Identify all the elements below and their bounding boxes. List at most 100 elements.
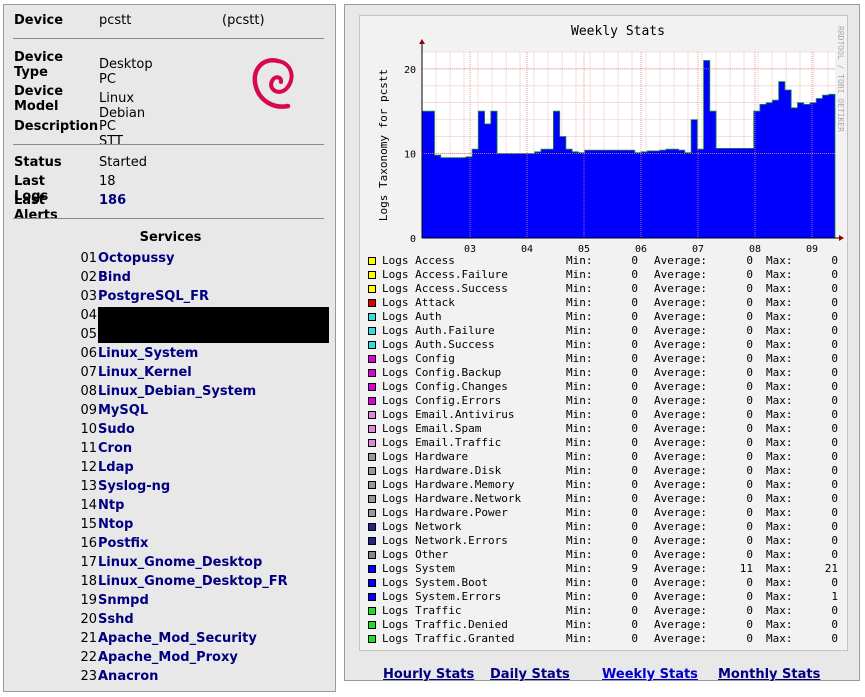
legend-avg-value: 0 bbox=[746, 408, 753, 421]
legend-row: Logs Access.Success Min: 0 Average: 0 Max: 0 bbox=[368, 282, 848, 296]
service-link[interactable]: Sshd bbox=[98, 610, 134, 629]
service-link[interactable]: Anacron bbox=[98, 667, 158, 686]
legend-avg-label: Average: bbox=[654, 632, 707, 645]
legend-avg-value: 0 bbox=[746, 464, 753, 477]
legend-max-value: 1 bbox=[831, 590, 838, 603]
legend-max-value: 0 bbox=[831, 618, 838, 631]
legend-min-value: 0 bbox=[631, 254, 638, 267]
service-link[interactable]: Bind bbox=[98, 268, 131, 287]
legend-name: Logs Hardware bbox=[382, 450, 469, 463]
legend-swatch bbox=[368, 439, 376, 447]
legend-max-value: 0 bbox=[831, 506, 838, 519]
service-link[interactable]: Cron bbox=[98, 439, 132, 458]
legend-row: Logs Network Min: 0 Average: 0 Max: 0 bbox=[368, 520, 848, 534]
legend-row: Logs Hardware.Memory Min: 0 Average: 0 Max: 0 bbox=[368, 478, 848, 492]
legend-avg-label: Average: bbox=[654, 576, 707, 589]
service-link[interactable]: Linux_Gnome_Desktop bbox=[98, 553, 262, 572]
legend-max-label: Max: bbox=[766, 450, 793, 463]
service-number: 21 bbox=[80, 631, 97, 646]
service-link[interactable]: Sudo bbox=[98, 420, 135, 439]
legend-max-value: 0 bbox=[831, 268, 838, 281]
legend-avg-value: 0 bbox=[746, 520, 753, 533]
daily-stats-link[interactable]: Daily Stats bbox=[490, 667, 570, 682]
service-link[interactable]: Linux_Gnome_Desktop_FR bbox=[98, 572, 288, 591]
legend-min-label: Min: bbox=[566, 380, 593, 393]
service-link[interactable]: Linux_System bbox=[98, 344, 198, 363]
legend-min-value: 0 bbox=[631, 520, 638, 533]
service-link[interactable]: Octopussy bbox=[98, 249, 174, 268]
legend-swatch bbox=[368, 355, 376, 363]
legend-max-label: Max: bbox=[766, 408, 793, 421]
legend-max-label: Max: bbox=[766, 254, 793, 267]
service-link[interactable]: PostgreSQL_FR bbox=[98, 287, 209, 306]
legend-max-value: 0 bbox=[831, 548, 838, 561]
legend-max-label: Max: bbox=[766, 282, 793, 295]
last-alerts-link[interactable]: 186 bbox=[99, 193, 126, 208]
legend-swatch bbox=[368, 425, 376, 433]
weekly-graph: Weekly Stats Logs Taxonomy for pcstt RRDTO… bbox=[359, 15, 848, 651]
legend-min-value: 0 bbox=[631, 394, 638, 407]
x-tick-label: 04 bbox=[521, 244, 533, 252]
service-link[interactable]: Postfix bbox=[98, 534, 148, 553]
service-number: 20 bbox=[80, 612, 97, 627]
legend-max-value: 0 bbox=[831, 310, 838, 323]
legend-min-label: Min: bbox=[566, 506, 593, 519]
legend-min-label: Min: bbox=[566, 422, 593, 435]
legend-max-label: Max: bbox=[766, 296, 793, 309]
legend-name: Logs Hardware.Power bbox=[382, 506, 508, 519]
legend-avg-label: Average: bbox=[654, 380, 707, 393]
legend-min-label: Min: bbox=[566, 352, 593, 365]
service-link[interactable]: Ldap bbox=[98, 458, 134, 477]
legend-max-label: Max: bbox=[766, 548, 793, 561]
legend-swatch bbox=[368, 593, 376, 601]
legend-name: Logs Auth bbox=[382, 310, 442, 323]
legend-min-value: 0 bbox=[631, 282, 638, 295]
legend-avg-value: 0 bbox=[746, 492, 753, 505]
service-item: 16 Postfix bbox=[4, 534, 337, 553]
legend-min-label: Min: bbox=[566, 394, 593, 407]
service-link[interactable]: Ntp bbox=[98, 496, 124, 515]
legend-row: Logs Attack Min: 0 Average: 0 Max: 0 bbox=[368, 296, 848, 310]
legend-swatch bbox=[368, 271, 376, 279]
service-link[interactable]: Linux_Kernel bbox=[98, 363, 192, 382]
legend-name: Logs Hardware.Memory bbox=[382, 478, 515, 491]
legend-max-value: 0 bbox=[831, 534, 838, 547]
legend-avg-label: Average: bbox=[654, 604, 707, 617]
service-link[interactable]: Linux_Debian_System bbox=[98, 382, 256, 401]
legend-min-value: 0 bbox=[631, 268, 638, 281]
legend-row: Logs Traffic.Granted Min: 0 Average: 0 Max: 0 bbox=[368, 632, 848, 646]
weekly-stats-link[interactable]: Weekly Stats bbox=[602, 667, 698, 682]
monthly-stats-link[interactable]: Monthly Stats bbox=[718, 667, 820, 682]
legend-avg-label: Average: bbox=[654, 506, 707, 519]
legend-name: Logs Access bbox=[382, 254, 455, 267]
service-item: 07 Linux_Kernel bbox=[4, 363, 337, 382]
legend-row: Logs Auth Min: 0 Average: 0 Max: 0 bbox=[368, 310, 848, 324]
service-link[interactable]: Syslog-ng bbox=[98, 477, 170, 496]
service-item: 13 Syslog-ng bbox=[4, 477, 337, 496]
divider bbox=[13, 144, 324, 145]
legend-swatch bbox=[368, 383, 376, 391]
x-tick-label: 05 bbox=[578, 244, 590, 252]
legend-max-label: Max: bbox=[766, 338, 793, 351]
y-tick-label: 0 bbox=[410, 234, 416, 245]
service-link[interactable]: MySQL bbox=[98, 401, 148, 420]
hourly-stats-link[interactable]: Hourly Stats bbox=[383, 667, 474, 682]
legend-name: Logs Other bbox=[382, 548, 449, 561]
legend-row: Logs Config.Errors Min: 0 Average: 0 Max: 0 bbox=[368, 394, 848, 408]
service-link[interactable]: Ntop bbox=[98, 515, 133, 534]
service-link[interactable]: Apache_Mod_Security bbox=[98, 629, 257, 648]
service-item: 12 Ldap bbox=[4, 458, 337, 477]
service-number: 16 bbox=[80, 536, 97, 551]
service-number: 05 bbox=[80, 327, 97, 342]
y-axis-label: Logs Taxonomy for pcstt bbox=[377, 69, 390, 221]
service-link[interactable]: Apache_Mod_Proxy bbox=[98, 648, 238, 667]
legend-swatch bbox=[368, 523, 376, 531]
legend-min-value: 0 bbox=[631, 380, 638, 393]
legend-max-label: Max: bbox=[766, 324, 793, 337]
legend-max-label: Max: bbox=[766, 506, 793, 519]
service-link[interactable]: Snmpd bbox=[98, 591, 149, 610]
device-value: pcstt bbox=[99, 13, 132, 28]
legend-min-value: 0 bbox=[631, 366, 638, 379]
redacted-block bbox=[98, 307, 329, 343]
rrdtool-credit: RRDTOOL / TOBI OETIKER bbox=[836, 26, 845, 132]
